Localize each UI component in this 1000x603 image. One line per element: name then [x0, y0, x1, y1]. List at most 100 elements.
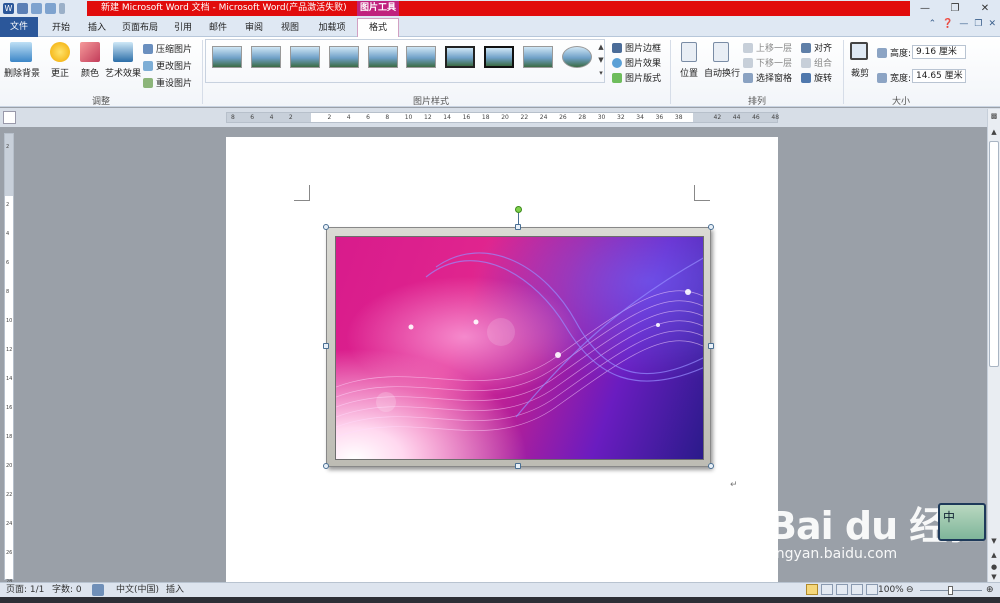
style-thumb-5[interactable]: [368, 46, 398, 68]
next-page-icon[interactable]: ▼: [989, 572, 999, 582]
ribbon-minimize-icon[interactable]: ⌃: [929, 19, 937, 29]
gallery-scroll[interactable]: ▲ ▼ ▾: [597, 41, 605, 81]
vertical-scrollbar[interactable]: ▩ ▲ ▼ ▲ ● ▼: [987, 109, 1000, 582]
height-icon: [877, 47, 887, 58]
word-app-icon[interactable]: W: [3, 3, 14, 14]
selection-pane-button[interactable]: 选择窗格: [743, 71, 792, 84]
outline-icon[interactable]: [851, 584, 863, 595]
doc-restore-icon[interactable]: ❐: [974, 19, 982, 29]
resize-handle-left[interactable]: [323, 343, 329, 349]
close-icon[interactable]: ✕: [970, 0, 1000, 17]
color-button[interactable]: 颜色: [77, 66, 103, 79]
style-thumb-3[interactable]: [290, 46, 320, 68]
web-layout-icon[interactable]: [836, 584, 848, 595]
tab-selector[interactable]: [3, 111, 16, 124]
bring-forward-button[interactable]: 上移一层: [743, 41, 792, 54]
width-input[interactable]: 14.65 厘米: [912, 69, 966, 83]
arrange-group-label: 排列: [748, 97, 767, 107]
restore-icon[interactable]: ❐: [940, 0, 970, 17]
tab-insert[interactable]: 插入: [84, 19, 110, 37]
style-thumb-1[interactable]: [212, 46, 242, 68]
tab-review[interactable]: 审阅: [241, 19, 267, 37]
send-backward-button[interactable]: 下移一层: [743, 56, 792, 69]
resize-handle-br[interactable]: [708, 463, 714, 469]
style-thumb-7[interactable]: [445, 46, 475, 68]
compress-pictures-button[interactable]: 压缩图片: [143, 42, 192, 55]
resize-handle-tl[interactable]: [323, 224, 329, 230]
scroll-thumb[interactable]: [989, 141, 999, 367]
remove-background-button[interactable]: 删除背景: [2, 66, 42, 79]
style-thumb-6[interactable]: [406, 46, 436, 68]
resize-handle-top[interactable]: [515, 224, 521, 230]
title-bar-fill: [399, 1, 910, 16]
horizontal-ruler[interactable]: 8 6 4 2 2 4 6 8 10 12 14 16 18 20 22 24 26 28 30 32 34 36 38 42…: [226, 112, 779, 123]
resize-handle-bl[interactable]: [323, 463, 329, 469]
corrections-icon: [50, 42, 70, 62]
page-count[interactable]: 页面: 1/1: [6, 584, 44, 597]
scroll-up-icon[interactable]: ▲: [989, 127, 999, 137]
tab-home[interactable]: 开始: [48, 19, 74, 37]
selected-picture[interactable]: [326, 227, 711, 467]
word-count[interactable]: 字数: 0: [52, 584, 82, 597]
help-icon[interactable]: ❓: [942, 19, 953, 29]
resize-handle-right[interactable]: [708, 343, 714, 349]
rotation-handle[interactable]: [515, 206, 522, 213]
doc-close-icon[interactable]: ✕: [988, 19, 996, 29]
group-button[interactable]: 组合: [801, 56, 832, 69]
vertical-ruler[interactable]: 2246810121416182022242628: [4, 133, 14, 585]
rotate-button[interactable]: 旋转: [801, 71, 832, 84]
full-screen-icon[interactable]: [821, 584, 833, 595]
artistic-effects-button[interactable]: 艺术效果: [104, 66, 142, 79]
resize-handle-tr[interactable]: [708, 224, 714, 230]
picture-effects-button[interactable]: 图片效果: [612, 56, 661, 69]
style-thumb-10[interactable]: [562, 46, 592, 68]
change-picture-button[interactable]: 更改图片: [143, 59, 192, 72]
zoom-out-icon[interactable]: ⊖: [906, 584, 914, 597]
picture-border-button[interactable]: 图片边框: [612, 41, 661, 54]
ime-indicator[interactable]: 中: [938, 503, 986, 541]
reset-picture-button[interactable]: 重设图片: [143, 76, 192, 89]
ruler-tick: 26: [6, 550, 13, 556]
tab-references[interactable]: 引用: [170, 19, 196, 37]
wrap-text-button[interactable]: 自动换行: [703, 66, 741, 79]
tab-view[interactable]: 视图: [277, 19, 303, 37]
ruler-tick: 24: [539, 114, 548, 121]
insert-mode[interactable]: 插入: [166, 584, 184, 597]
print-layout-icon[interactable]: [806, 584, 818, 595]
style-thumb-8[interactable]: [484, 46, 514, 68]
doc-minimize-icon[interactable]: —: [959, 19, 968, 29]
tab-addins[interactable]: 加载项: [314, 19, 350, 37]
prev-page-icon[interactable]: ▲: [989, 550, 999, 560]
select-browse-icon[interactable]: ●: [989, 562, 999, 572]
height-input[interactable]: 9.16 厘米: [912, 45, 966, 59]
redo-icon[interactable]: [45, 3, 56, 14]
ruler-tick: 16: [462, 114, 471, 121]
tab-page-layout[interactable]: 页面布局: [119, 19, 161, 37]
position-button[interactable]: 位置: [675, 66, 703, 79]
style-thumb-2[interactable]: [251, 46, 281, 68]
minimize-icon[interactable]: —: [910, 0, 940, 17]
zoom-in-icon[interactable]: ⊕: [986, 584, 994, 597]
language-indicator[interactable]: 中文(中国): [116, 584, 159, 597]
customize-qat-icon[interactable]: [59, 3, 65, 14]
style-thumb-4[interactable]: [329, 46, 359, 68]
picture-layout-button[interactable]: 图片版式: [612, 71, 661, 84]
proofing-icon[interactable]: [92, 584, 104, 596]
draft-icon[interactable]: [866, 584, 878, 595]
style-thumb-9[interactable]: [523, 46, 553, 68]
ruler-toggle-icon[interactable]: ▩: [989, 111, 999, 121]
align-button[interactable]: 对齐: [801, 41, 832, 54]
save-icon[interactable]: [17, 3, 28, 14]
zoom-slider-thumb[interactable]: [948, 586, 953, 595]
scroll-down-icon[interactable]: ▼: [989, 536, 999, 546]
zoom-level[interactable]: 100%: [878, 584, 904, 597]
document-page[interactable]: ↵: [226, 137, 778, 582]
tab-mailings[interactable]: 邮件: [205, 19, 231, 37]
corrections-button[interactable]: 更正: [47, 66, 73, 79]
context-tool-title: 图片工具: [357, 1, 399, 16]
crop-button[interactable]: 裁剪: [848, 66, 872, 79]
tab-format[interactable]: 格式: [357, 18, 399, 38]
undo-icon[interactable]: [31, 3, 42, 14]
resize-handle-bottom[interactable]: [515, 463, 521, 469]
tab-file[interactable]: 文件: [0, 17, 38, 37]
